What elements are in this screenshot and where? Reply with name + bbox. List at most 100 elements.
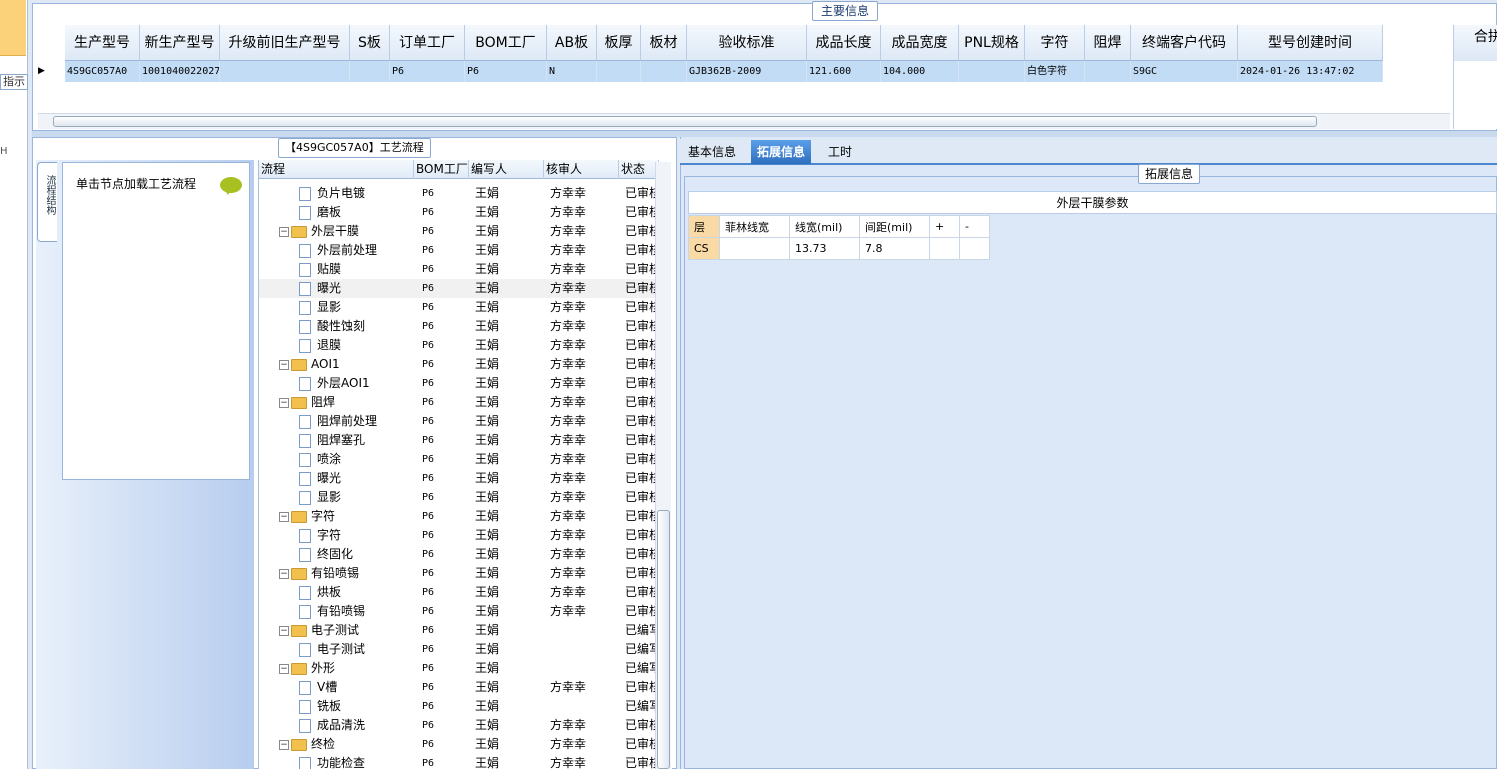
tree-node[interactable]: 显影: [259, 488, 414, 507]
collapse-toggle-icon[interactable]: −: [279, 359, 289, 370]
tree-row[interactable]: 显影 P6 王娟 方幸幸 已审核: [259, 488, 659, 507]
tree-node[interactable]: 外层AOI1: [259, 374, 414, 393]
tree-row[interactable]: 终固化 P6 王娟 方幸幸 已审核: [259, 545, 659, 564]
tree-row[interactable]: 电子测试 P6 王娟 已编写: [259, 640, 659, 659]
tree-node[interactable]: − AOI1: [259, 355, 414, 374]
tree-node[interactable]: 外层前处理: [259, 241, 414, 260]
grid-col-header[interactable]: 成品长度: [807, 25, 881, 61]
tree-node[interactable]: − 外形: [259, 659, 414, 678]
grid-col-header[interactable]: 板材: [641, 25, 687, 61]
tree-row[interactable]: 铣板 P6 王娟 已编写: [259, 697, 659, 716]
tree-node[interactable]: 功能检查: [259, 754, 414, 769]
tree-row[interactable]: 字符 P6 王娟 方幸幸 已审核: [259, 526, 659, 545]
grid-col-header[interactable]: 订单工厂: [390, 25, 465, 61]
grid-col-header[interactable]: 阻焊: [1085, 25, 1131, 61]
grid-cell[interactable]: 121.600: [807, 61, 881, 82]
collapse-toggle-icon[interactable]: −: [279, 663, 289, 674]
param-cell-line-width[interactable]: 13.73: [789, 237, 860, 260]
tree-row[interactable]: − 阻焊 P6 王娟 方幸幸 已审核: [259, 393, 659, 412]
grid-col-header[interactable]: S板: [350, 25, 390, 61]
tree-node[interactable]: 酸性蚀刻: [259, 317, 414, 336]
tree-row[interactable]: 功能检查 P6 王娟 方幸幸 已审核: [259, 754, 659, 769]
param-remove-button[interactable]: -: [959, 215, 990, 238]
tree-node[interactable]: 字符: [259, 526, 414, 545]
tree-row[interactable]: − 终检 P6 王娟 方幸幸 已审核: [259, 735, 659, 754]
tree-row[interactable]: 磨板 P6 王娟 方幸幸 已审核: [259, 203, 659, 222]
tree-col-header[interactable]: 流程: [259, 160, 414, 179]
collapse-toggle-icon[interactable]: −: [279, 397, 289, 408]
tree-row[interactable]: 显影 P6 王娟 方幸幸 已审核: [259, 298, 659, 317]
tree-row[interactable]: − 有铅喷锡 P6 王娟 方幸幸 已审核: [259, 564, 659, 583]
param-cell-film-width[interactable]: [719, 237, 790, 260]
tree-scroll-thumb[interactable]: [657, 510, 670, 769]
tree-node[interactable]: 曝光: [259, 469, 414, 488]
tree-row[interactable]: 曝光 P6 王娟 方幸幸 已审核: [259, 279, 659, 298]
grid-cell[interactable]: [350, 61, 390, 82]
tree-row[interactable]: − AOI1 P6 王娟 方幸幸 已审核: [259, 355, 659, 374]
tree-row[interactable]: 阻焊前处理 P6 王娟 方幸幸 已审核: [259, 412, 659, 431]
grid-cell[interactable]: [220, 61, 350, 82]
tab-basic-info[interactable]: 基本信息: [682, 140, 742, 164]
tree-row[interactable]: 阻焊塞孔 P6 王娟 方幸幸 已审核: [259, 431, 659, 450]
tree-row[interactable]: 烘板 P6 王娟 方幸幸 已审核: [259, 583, 659, 602]
tree-node[interactable]: − 外层干膜: [259, 222, 414, 241]
tree-node[interactable]: 磨板: [259, 203, 414, 222]
collapse-toggle-icon[interactable]: −: [279, 625, 289, 636]
tree-node[interactable]: 退膜: [259, 336, 414, 355]
grid-col-header[interactable]: 新生产型号: [140, 25, 220, 61]
collapse-toggle-icon[interactable]: −: [279, 568, 289, 579]
tree-node[interactable]: − 阻焊: [259, 393, 414, 412]
tree-node[interactable]: 负片电镀: [259, 184, 414, 203]
right-column-header[interactable]: 合拼: [1453, 25, 1497, 61]
tree-node[interactable]: − 电子测试: [259, 621, 414, 640]
tree-row[interactable]: 有铅喷锡 P6 王娟 方幸幸 已审核: [259, 602, 659, 621]
param-row[interactable]: CS 13.73 7.8: [688, 237, 990, 260]
grid-col-header[interactable]: 型号创建时间: [1238, 25, 1383, 61]
grid-cell[interactable]: N: [547, 61, 597, 82]
tab-extended-info[interactable]: 拓展信息: [751, 140, 812, 164]
grid-col-header[interactable]: 字符: [1025, 25, 1085, 61]
grid-cell[interactable]: S9GC: [1131, 61, 1238, 82]
grid-cell[interactable]: P6: [465, 61, 547, 82]
tree-row[interactable]: 负片电镀 P6 王娟 方幸幸 已审核: [259, 184, 659, 203]
tree-row[interactable]: 贴膜 P6 王娟 方幸幸 已审核: [259, 260, 659, 279]
tab-work-hours[interactable]: 工时: [822, 140, 858, 164]
tree-node[interactable]: 显影: [259, 298, 414, 317]
tree-node[interactable]: − 字符: [259, 507, 414, 526]
grid-row[interactable]: 4S9GC057A0 10010400220275 P6 P6 N GJB362B-200…: [65, 61, 1383, 82]
param-cell-spacing[interactable]: 7.8: [859, 237, 930, 260]
grid-col-header[interactable]: BOM工厂: [465, 25, 547, 61]
tree-node[interactable]: 喷涂: [259, 450, 414, 469]
tree-col-header[interactable]: 核审人: [544, 160, 619, 179]
tree-node[interactable]: V槽: [259, 678, 414, 697]
grid-col-header[interactable]: 升级前旧生产型号: [220, 25, 350, 61]
grid-col-header[interactable]: 终端客户代码: [1131, 25, 1238, 61]
tree-node[interactable]: 阻焊塞孔: [259, 431, 414, 450]
tree-row[interactable]: 成品清洗 P6 王娟 方幸幸 已审核: [259, 716, 659, 735]
grid-cell[interactable]: 104.000: [881, 61, 959, 82]
param-cell-layer[interactable]: CS: [688, 237, 720, 260]
tree-row[interactable]: 酸性蚀刻 P6 王娟 方幸幸 已审核: [259, 317, 659, 336]
grid-col-header[interactable]: 成品宽度: [881, 25, 959, 61]
tree-node[interactable]: 贴膜: [259, 260, 414, 279]
tree-node[interactable]: − 终检: [259, 735, 414, 754]
horizontal-scroll-thumb[interactable]: [53, 116, 1317, 127]
grid-cell[interactable]: 4S9GC057A0: [65, 61, 140, 82]
grid-cell[interactable]: P6: [390, 61, 465, 82]
tree-row[interactable]: − 外层干膜 P6 王娟 方幸幸 已审核: [259, 222, 659, 241]
tree-node[interactable]: − 有铅喷锡: [259, 564, 414, 583]
tree-row[interactable]: 曝光 P6 王娟 方幸幸 已审核: [259, 469, 659, 488]
grid-cell[interactable]: 白色字符: [1025, 61, 1085, 82]
collapse-toggle-icon[interactable]: −: [279, 226, 289, 237]
tree-node[interactable]: 成品清洗: [259, 716, 414, 735]
tree-row[interactable]: 退膜 P6 王娟 方幸幸 已审核: [259, 336, 659, 355]
tree-col-header[interactable]: BOM工厂: [414, 160, 469, 179]
tree-node[interactable]: 铣板: [259, 697, 414, 716]
grid-cell[interactable]: [641, 61, 687, 82]
grid-cell[interactable]: 10010400220275: [140, 61, 220, 82]
tree-node[interactable]: 阻焊前处理: [259, 412, 414, 431]
tree-row[interactable]: 外层前处理 P6 王娟 方幸幸 已审核: [259, 241, 659, 260]
param-add-button[interactable]: +: [929, 215, 960, 238]
tree-node[interactable]: 电子测试: [259, 640, 414, 659]
grid-col-header[interactable]: 板厚: [597, 25, 641, 61]
